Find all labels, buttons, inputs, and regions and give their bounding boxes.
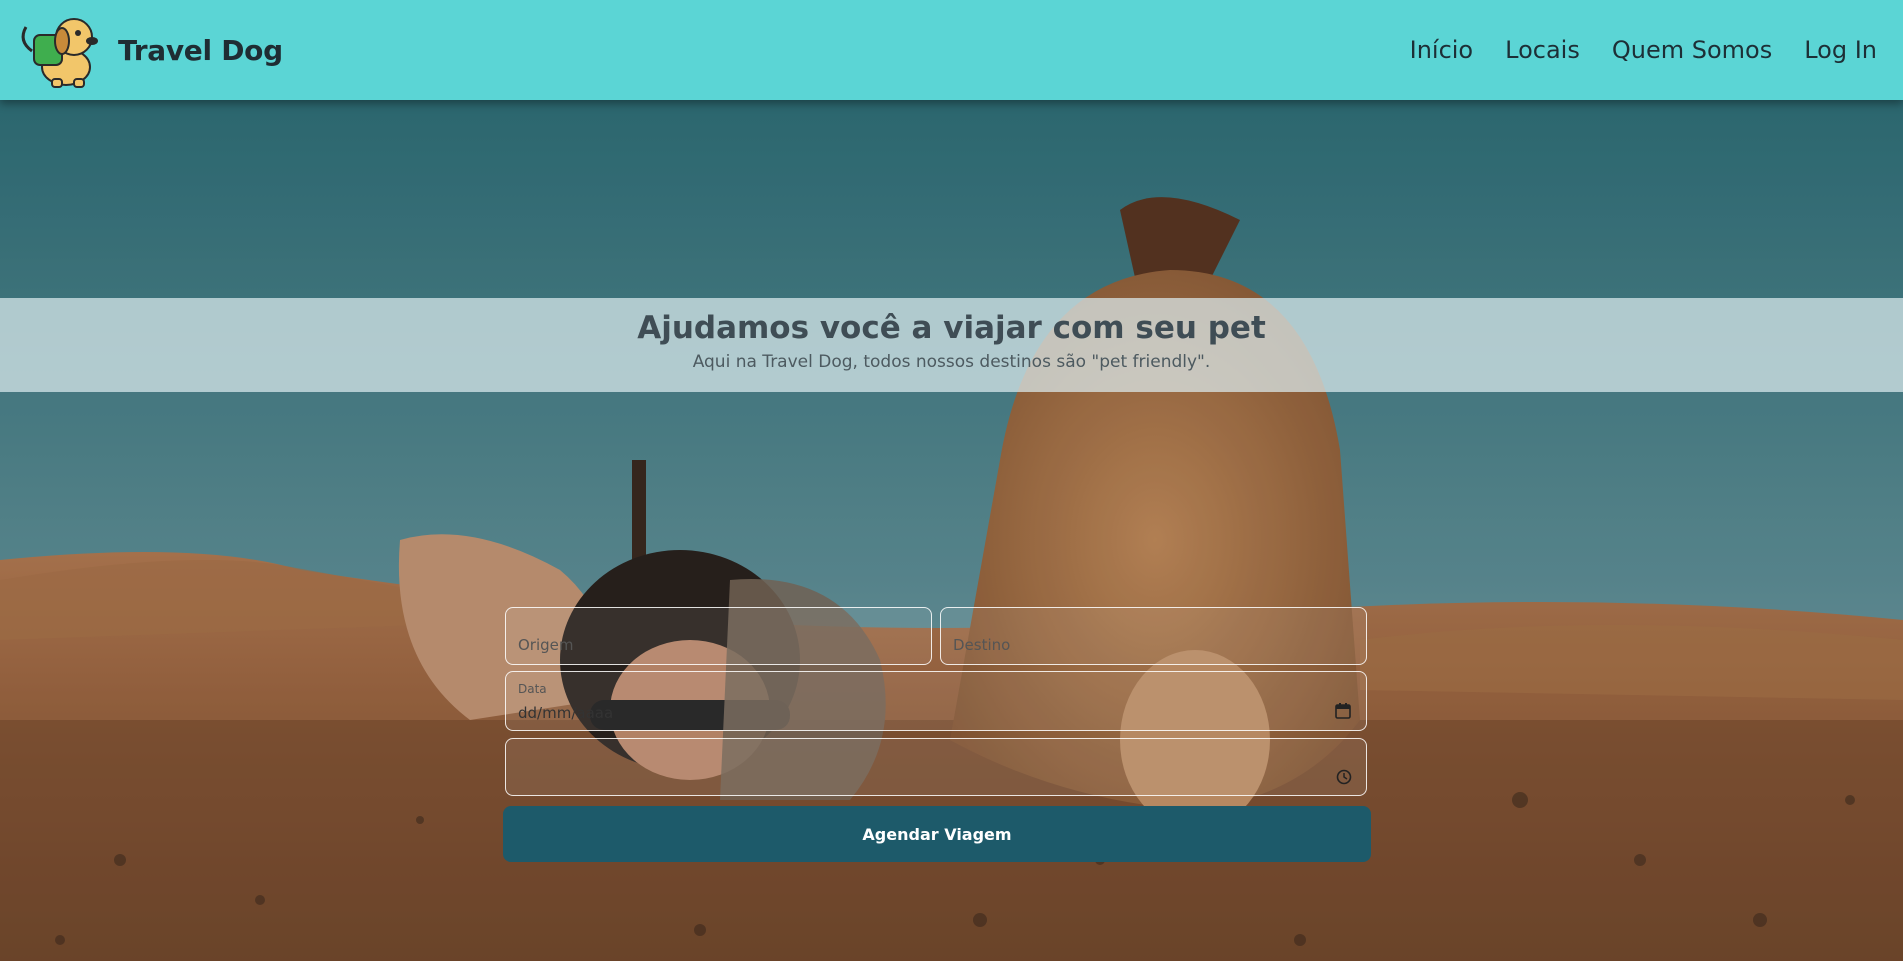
nav-menu: Início Locais Quem Somos Log In xyxy=(1410,36,1877,64)
nav-link-inicio[interactable]: Início xyxy=(1410,36,1474,64)
time-field[interactable] xyxy=(505,738,1367,796)
hero-title: Ajudamos você a viajar com seu pet xyxy=(637,310,1266,346)
date-label: Data xyxy=(518,682,547,696)
hero-subtitle: Aqui na Travel Dog, todos nossos destino… xyxy=(692,352,1211,372)
brand-name: Travel Dog xyxy=(118,33,283,67)
destination-field[interactable] xyxy=(940,607,1367,665)
schedule-trip-button[interactable]: Agendar Viagem xyxy=(503,806,1371,862)
nav-link-quem-somos[interactable]: Quem Somos xyxy=(1612,36,1772,64)
calendar-icon[interactable] xyxy=(1334,702,1352,720)
navbar: Travel Dog Início Locais Quem Somos Log … xyxy=(0,0,1903,100)
nav-link-log-in[interactable]: Log In xyxy=(1804,36,1877,64)
hero-banner: Ajudamos você a viajar com seu pet Aqui … xyxy=(0,298,1903,392)
clock-icon[interactable] xyxy=(1336,769,1352,785)
date-field[interactable]: Data dd/mm/aaaa xyxy=(505,671,1367,731)
dog-logo-icon xyxy=(21,18,98,88)
date-input[interactable]: dd/mm/aaaa xyxy=(518,704,613,722)
destination-input[interactable] xyxy=(941,608,1366,664)
origin-input[interactable] xyxy=(506,608,931,664)
origin-field[interactable] xyxy=(505,607,932,665)
nav-link-locais[interactable]: Locais xyxy=(1505,36,1580,64)
brand[interactable]: Travel Dog xyxy=(12,10,283,90)
